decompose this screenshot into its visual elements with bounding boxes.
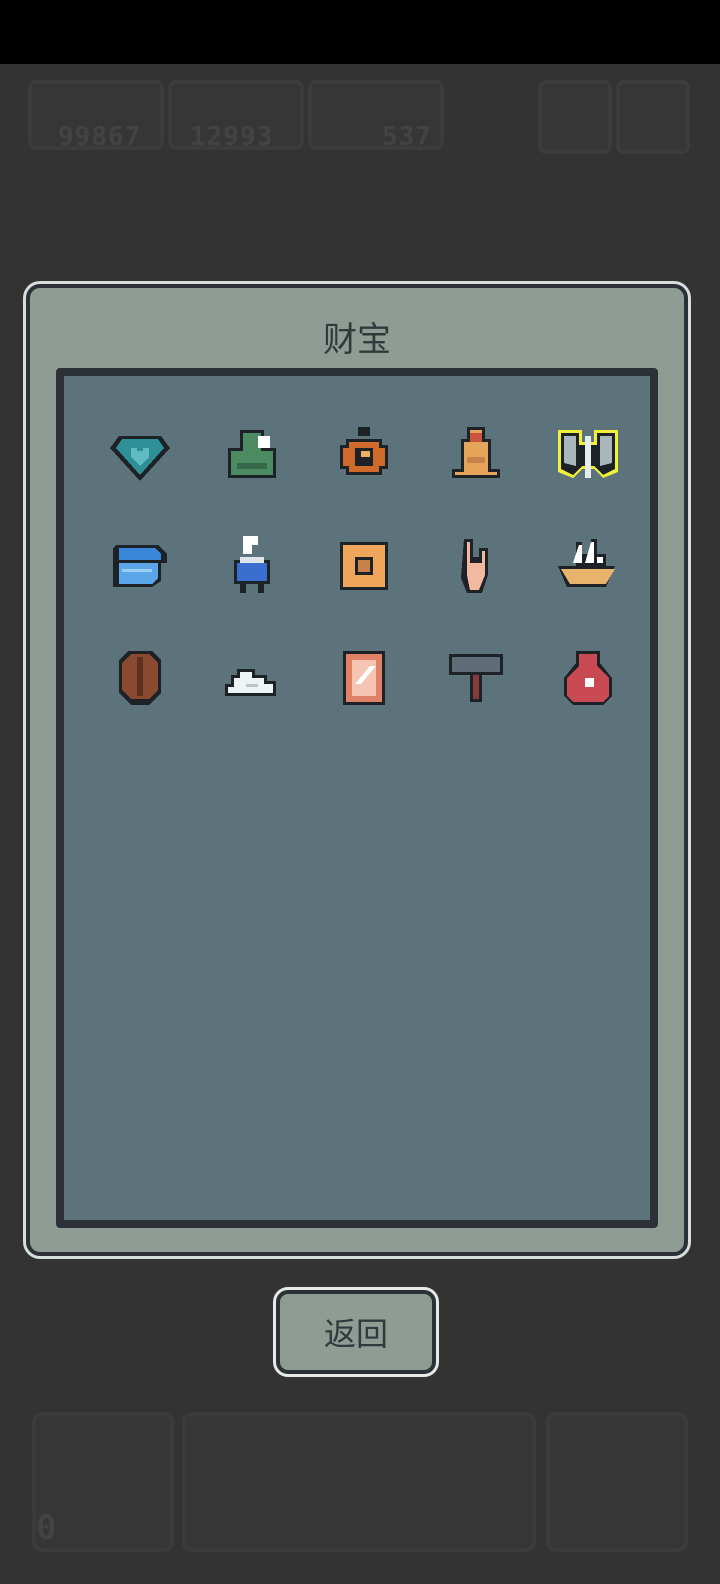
green-robe-icon[interactable]: [216, 418, 288, 490]
character-slot[interactable]: [546, 1412, 688, 1552]
gems-value: 12993: [190, 122, 274, 152]
hammer-icon[interactable]: [440, 642, 512, 714]
treasure-grid: [56, 368, 658, 1228]
double-axe-icon[interactable]: [552, 418, 624, 490]
coins-value: 99867: [58, 122, 142, 152]
settings-button[interactable]: [616, 80, 690, 154]
status-bar: [0, 0, 720, 64]
waffle-icon[interactable]: [328, 530, 400, 602]
treasure-screen: 99867 12993 537 0 财宝 返回: [0, 0, 720, 1584]
sailing-ship-icon[interactable]: [552, 530, 624, 602]
pocket-watch-icon[interactable]: [328, 418, 400, 490]
money-bag-icon[interactable]: [552, 642, 624, 714]
scroll-icon[interactable]: [328, 642, 400, 714]
info-button[interactable]: [538, 80, 612, 154]
heart-gem-icon[interactable]: [104, 418, 176, 490]
action-bar[interactable]: [182, 1412, 536, 1552]
back-button[interactable]: 返回: [276, 1290, 436, 1374]
counter-value: 0: [36, 1508, 58, 1548]
magic-pot-icon[interactable]: [216, 530, 288, 602]
cloud-icon[interactable]: [216, 642, 288, 714]
blue-hat-icon[interactable]: [104, 530, 176, 602]
golden-bell-icon[interactable]: [440, 418, 512, 490]
panel-title: 财宝: [323, 320, 391, 360]
treasure-panel: 财宝: [26, 284, 688, 1256]
wooden-shield-icon[interactable]: [104, 642, 176, 714]
pointing-hand-icon[interactable]: [440, 530, 512, 602]
followers-value: 537: [382, 122, 432, 152]
